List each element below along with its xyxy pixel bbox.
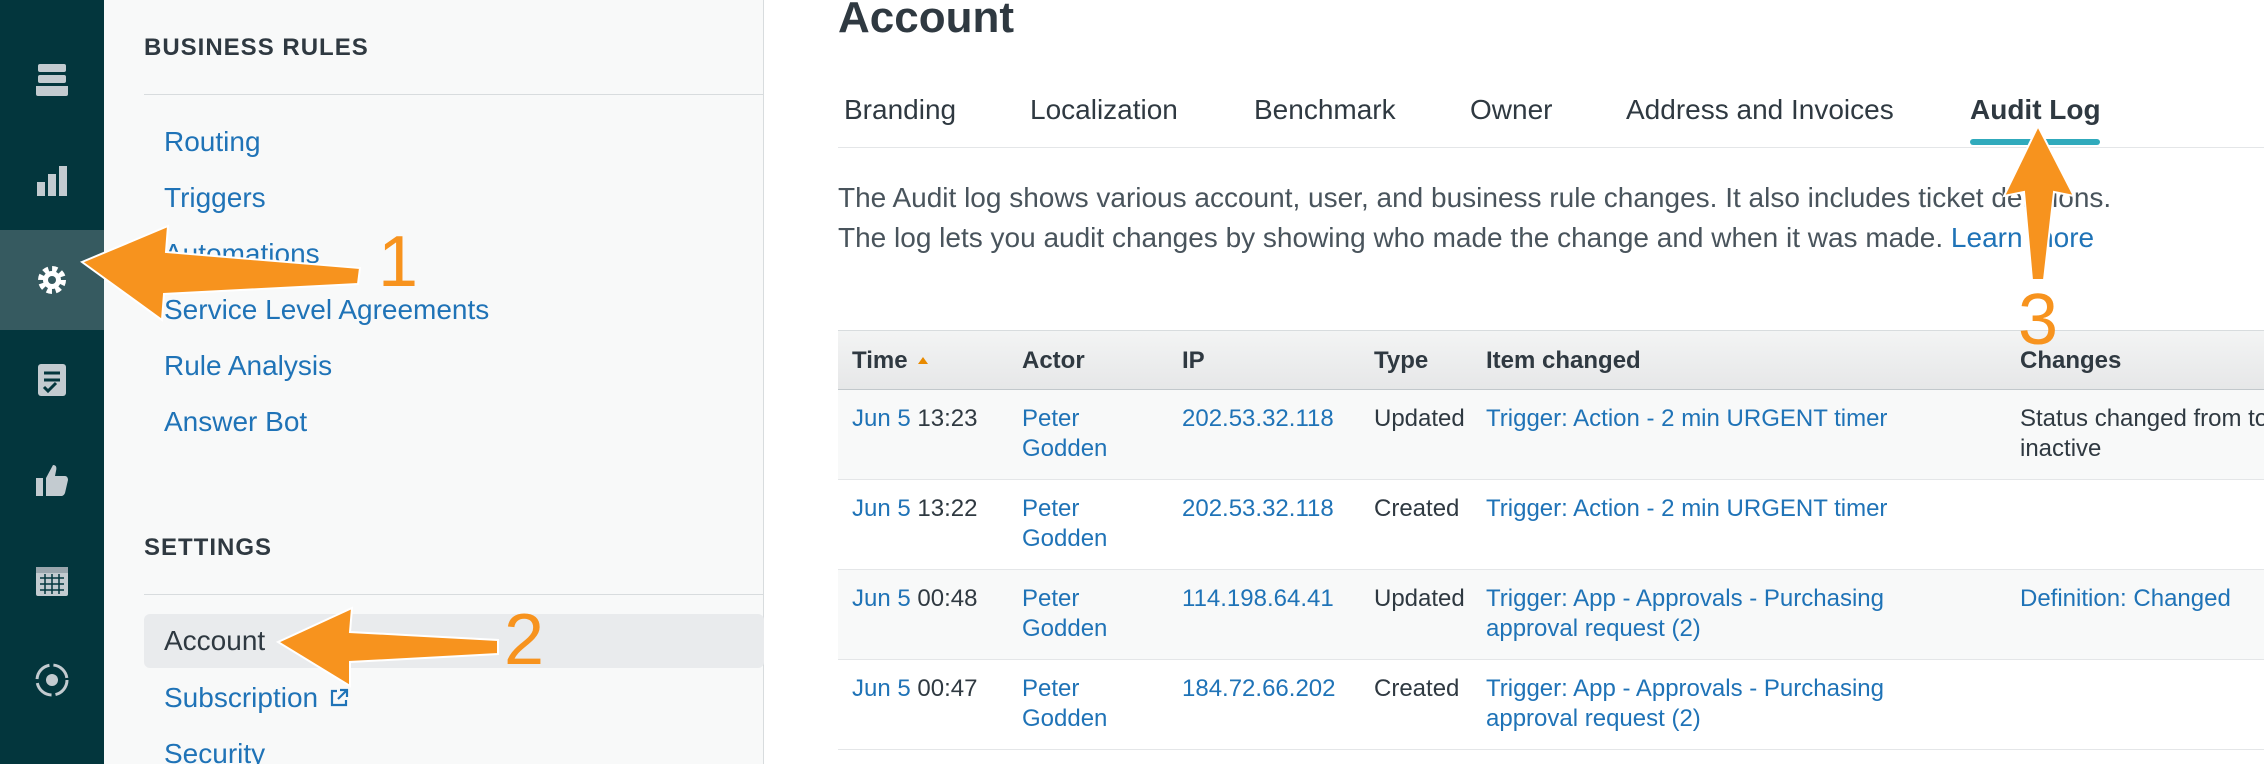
rail-item-sync[interactable] (0, 630, 104, 730)
time-cell: Jun 5 13:22 (852, 494, 977, 524)
item-changed-link[interactable]: Trigger: Action - 2 min URGENT timer (1486, 404, 1956, 434)
business-rules-heading: BUSINESS RULES (144, 34, 369, 61)
ip-link[interactable]: 114.198.64.41 (1182, 584, 1334, 614)
time-value: 00:48 (917, 585, 978, 612)
type-value: Created (1374, 495, 1460, 522)
nav-link-routing[interactable]: Routing (164, 122, 261, 162)
tab-benchmark[interactable]: Benchmark (1254, 94, 1396, 126)
audit-log-description: The Audit log shows various account, use… (838, 178, 2111, 258)
date-link[interactable]: Jun 5 (852, 495, 911, 522)
settings-heading: SETTINGS (144, 534, 273, 561)
page-title: Account (838, 0, 1014, 42)
column-header-time[interactable]: Time (852, 347, 928, 375)
item-changed-link[interactable]: Trigger: App - Approvals - Purchasing ap… (1486, 584, 1956, 644)
sync-icon (35, 663, 69, 697)
table-row: Jun 5 00:48 Peter Godden 114.198.64.41 U… (838, 570, 2264, 660)
date-link[interactable]: Jun 5 (852, 585, 911, 612)
ip-link[interactable]: 202.53.32.118 (1182, 494, 1334, 524)
rail-item-reporting[interactable] (0, 130, 104, 230)
admin-subnav: BUSINESS RULES Routing Triggers Automati… (104, 0, 764, 764)
tab-localization[interactable]: Localization (1030, 94, 1178, 126)
sort-ascending-icon (917, 357, 928, 364)
column-header-type[interactable]: Type (1374, 347, 1428, 375)
time-value: 13:22 (917, 495, 978, 522)
checklist-icon (38, 364, 66, 396)
actor-link[interactable]: Peter Godden (1022, 404, 1162, 464)
rail-item-satisfaction[interactable] (0, 430, 104, 530)
product-rail (0, 0, 104, 764)
views-icon (36, 64, 68, 96)
time-value: 13:23 (917, 405, 978, 432)
time-cell: Jun 5 13:23 (852, 404, 977, 434)
tab-owner[interactable]: Owner (1470, 94, 1552, 126)
divider (144, 94, 764, 95)
tab-audit-log[interactable]: Audit Log (1970, 94, 2101, 126)
rail-item-checklist[interactable] (0, 330, 104, 430)
rail-item-admin[interactable] (0, 230, 104, 330)
type-value: Created (1374, 675, 1460, 702)
item-changed-link[interactable]: Trigger: App - Approvals - Purchasing ap… (1486, 674, 1956, 734)
annotation-label-2: 2 (504, 600, 545, 680)
annotation-label-1: 1 (378, 222, 419, 302)
type-value: Updated (1374, 405, 1465, 432)
time-value: 00:47 (917, 675, 978, 702)
nav-link-account[interactable]: Account (144, 614, 764, 668)
changes-link[interactable]: Definition: Changed (2020, 584, 2264, 614)
description-line-2-text: The log lets you audit changes by showin… (838, 222, 1944, 253)
actor-link[interactable]: Peter Godden (1022, 494, 1162, 554)
tab-branding[interactable]: Branding (844, 94, 956, 126)
rail-item-calendar[interactable] (0, 530, 104, 630)
nav-link-subscription-label: Subscription (164, 682, 319, 713)
ip-link[interactable]: 184.72.66.202 (1182, 674, 1335, 704)
actor-link[interactable]: Peter Godden (1022, 584, 1162, 644)
date-link[interactable]: Jun 5 (852, 675, 911, 702)
thumbs-up-icon (36, 465, 68, 496)
description-line-1: The Audit log shows various account, use… (838, 182, 2112, 213)
nav-link-triggers[interactable]: Triggers (164, 178, 266, 218)
divider (144, 594, 764, 595)
nav-link-slas[interactable]: Service Level Agreements (164, 290, 489, 330)
table-row: Jun 5 00:47 Peter Godden 184.72.66.202 C… (838, 660, 2264, 750)
rail-item-views[interactable] (0, 30, 104, 130)
audit-log-table: Time Actor IP Type Item changed Changes … (838, 330, 2264, 750)
type-value: Updated (1374, 585, 1465, 612)
calendar-icon (36, 567, 68, 596)
column-header-ip[interactable]: IP (1182, 347, 1205, 375)
nav-link-subscription[interactable]: Subscription (164, 678, 350, 718)
description-line-2: The log lets you audit changes by showin… (838, 218, 2111, 258)
tab-address-invoices[interactable]: Address and Invoices (1626, 94, 1894, 126)
nav-link-security[interactable]: Security (164, 734, 265, 764)
tab-bar: Branding Localization Benchmark Owner Ad… (838, 80, 2264, 148)
ip-link[interactable]: 202.53.32.118 (1182, 404, 1334, 434)
table-row: Jun 5 13:22 Peter Godden 202.53.32.118 C… (838, 480, 2264, 570)
annotation-label-3: 3 (2018, 280, 2059, 360)
learn-more-link[interactable]: Learn more (1951, 222, 2094, 253)
column-header-actor[interactable]: Actor (1022, 347, 1085, 375)
settings-gear-icon (38, 266, 66, 294)
actor-link[interactable]: Peter Godden (1022, 674, 1162, 734)
external-link-icon (330, 688, 349, 707)
nav-link-automations[interactable]: Automations (164, 234, 320, 274)
active-tab-indicator (1970, 139, 2100, 145)
column-header-item-changed[interactable]: Item changed (1486, 347, 1641, 375)
column-header-time-label: Time (852, 347, 908, 374)
nav-link-answer-bot[interactable]: Answer Bot (164, 402, 307, 442)
date-link[interactable]: Jun 5 (852, 405, 911, 432)
nav-link-rule-analysis[interactable]: Rule Analysis (164, 346, 332, 386)
time-cell: Jun 5 00:47 (852, 674, 977, 704)
reporting-icon (37, 166, 67, 196)
table-row: Jun 5 13:23 Peter Godden 202.53.32.118 U… (838, 390, 2264, 480)
changes-value: Status changed from to inactive (2020, 405, 2264, 462)
time-cell: Jun 5 00:48 (852, 584, 977, 614)
item-changed-link[interactable]: Trigger: Action - 2 min URGENT timer (1486, 494, 1956, 524)
